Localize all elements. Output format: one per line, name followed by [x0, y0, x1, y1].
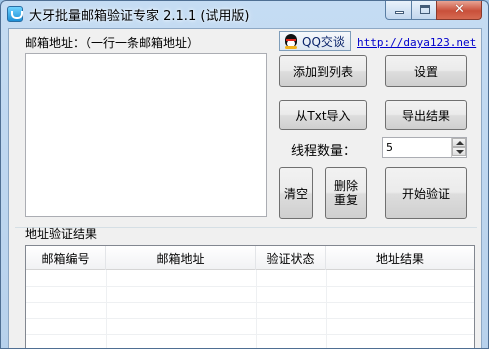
- row-divider: [26, 334, 474, 335]
- minimize-button[interactable]: [385, 1, 412, 20]
- spin-down-icon[interactable]: [452, 147, 466, 156]
- export-results-button[interactable]: 导出结果: [385, 100, 467, 130]
- app-window: 大牙批量邮箱验证专家 2.1.1 (试用版) ✕ 邮箱地址：（一行一条邮箱地址）…: [0, 0, 489, 349]
- row-divider: [26, 318, 474, 319]
- spin-up-icon[interactable]: [452, 138, 466, 147]
- close-button[interactable]: ✕: [436, 1, 482, 20]
- column-header-email-number[interactable]: 邮箱编号: [26, 246, 106, 270]
- import-txt-button[interactable]: 从Txt导入: [279, 100, 367, 130]
- spinner-buttons: [451, 138, 466, 157]
- add-to-list-button[interactable]: 添加到列表: [279, 55, 367, 87]
- title-bar[interactable]: 大牙批量邮箱验证专家 2.1.1 (试用版) ✕: [1, 1, 488, 27]
- qq-chat-label: QQ交谈: [302, 34, 345, 49]
- thread-count-spinner[interactable]: 5: [382, 137, 467, 158]
- maximize-icon: [420, 5, 430, 14]
- column-header-address-result[interactable]: 地址结果: [326, 246, 474, 270]
- thread-count-value[interactable]: 5: [386, 141, 393, 154]
- qq-penguin-icon: [283, 33, 299, 49]
- thread-count-label: 线程数量：: [291, 144, 357, 159]
- minimize-icon: [395, 11, 404, 14]
- website-link[interactable]: http://daya123.net: [357, 36, 476, 49]
- clear-button[interactable]: 清空: [279, 167, 313, 219]
- results-table[interactable]: 邮箱编号 邮箱地址 验证状态 地址结果: [25, 245, 475, 348]
- maximize-button[interactable]: [411, 1, 437, 20]
- results-table-header: 邮箱编号 邮箱地址 验证状态 地址结果: [26, 246, 474, 270]
- column-header-verify-status[interactable]: 验证状态: [256, 246, 326, 270]
- column-header-email-address[interactable]: 邮箱地址: [106, 246, 256, 270]
- row-divider: [26, 302, 474, 303]
- client-area: 邮箱地址：（一行一条邮箱地址） QQ交谈 http://daya123.net …: [8, 28, 482, 348]
- close-icon: ✕: [454, 2, 465, 17]
- window-title: 大牙批量邮箱验证专家 2.1.1 (试用版): [29, 9, 250, 24]
- column-divider: [326, 270, 327, 348]
- qq-chat-button[interactable]: QQ交谈: [279, 31, 351, 51]
- email-input-label: 邮箱地址：（一行一条邮箱地址）: [25, 36, 200, 50]
- column-divider: [106, 270, 107, 348]
- app-icon: [7, 6, 23, 22]
- row-divider: [26, 286, 474, 287]
- email-list-textarea[interactable]: [25, 53, 267, 217]
- start-verify-button[interactable]: 开始验证: [385, 167, 467, 219]
- settings-button[interactable]: 设置: [385, 55, 467, 87]
- column-divider: [256, 270, 257, 348]
- remove-duplicates-button[interactable]: 删除重复: [325, 167, 367, 219]
- results-group-label: 地址验证结果: [25, 227, 98, 241]
